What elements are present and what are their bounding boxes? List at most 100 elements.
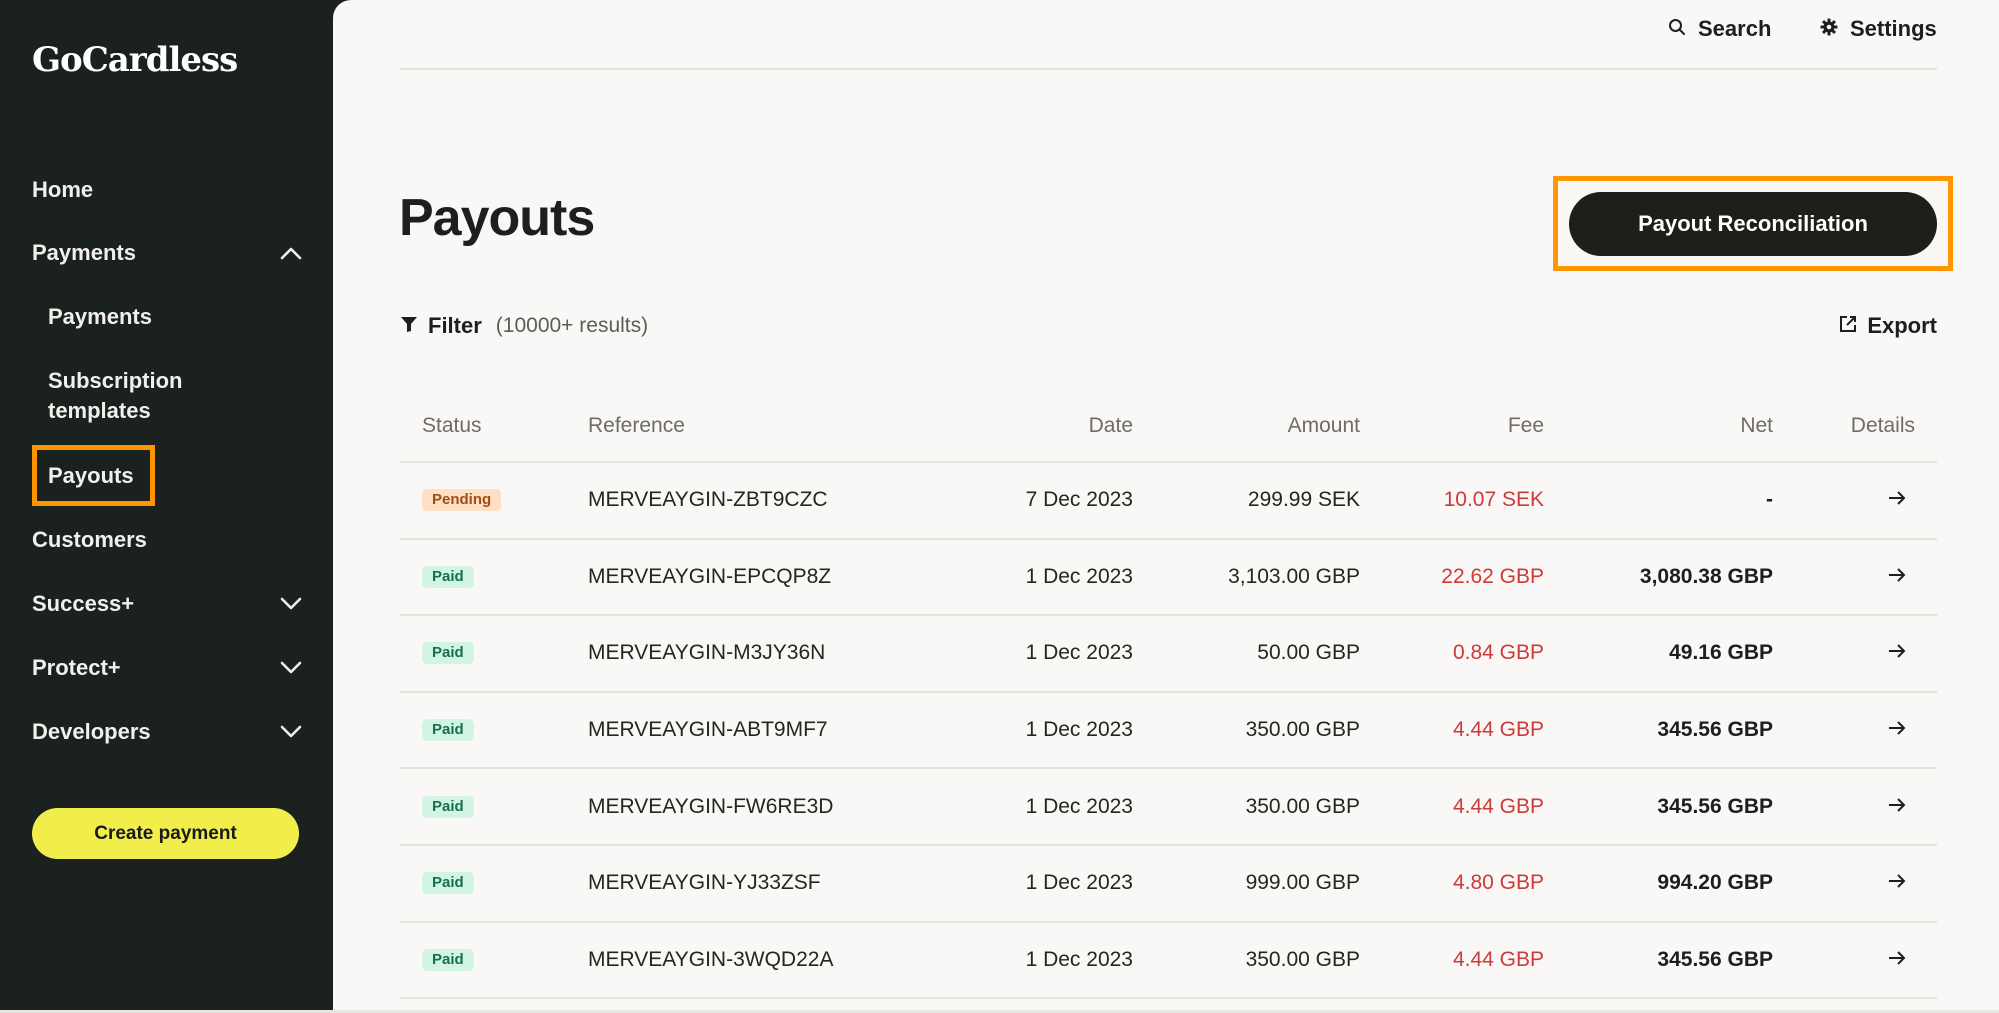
sidebar-item-payouts[interactable]: Payouts xyxy=(48,461,288,491)
details-link[interactable] xyxy=(1887,769,1907,844)
reference-cell: MERVEAYGIN-EPCQP8Z xyxy=(588,564,832,588)
status-cell: Paid xyxy=(422,846,474,921)
status-badge: Paid xyxy=(422,872,474,895)
date-cell: 1 Dec 2023 xyxy=(1025,947,1133,971)
fee-cell: 10.07 SEK xyxy=(1443,488,1544,512)
column-header-reference[interactable]: Reference xyxy=(588,390,685,461)
reference-cell: MERVEAYGIN-FW6RE3D xyxy=(588,794,834,818)
sidebar-item-home[interactable]: Home xyxy=(32,175,302,205)
table-row[interactable]: Paid MERVEAYGIN-M3JY36N 1 Dec 2023 50.00 GB… xyxy=(400,616,1937,693)
sidebar-item-label: Customers xyxy=(32,527,147,552)
sidebar-item-payments[interactable]: Payments xyxy=(48,302,288,332)
filter-icon xyxy=(400,313,418,339)
fee-cell: 4.44 GBP xyxy=(1452,718,1544,742)
payouts-table: Status Reference Date Amount Fee Net Det… xyxy=(400,390,1937,1000)
sidebar-item-label: Payments xyxy=(32,240,136,265)
status-badge: Paid xyxy=(422,565,474,588)
status-badge: Paid xyxy=(422,795,474,818)
details-link[interactable] xyxy=(1887,846,1907,921)
create-payment-button[interactable]: Create payment xyxy=(32,808,299,859)
filter-row: Filter (10000+ results) xyxy=(400,313,648,339)
arrow-right-icon xyxy=(1887,718,1907,742)
main-panel: Search Settings Payouts Payout Reconcili… xyxy=(333,0,1999,1013)
details-link[interactable] xyxy=(1887,616,1907,691)
arrow-right-icon xyxy=(1887,488,1907,512)
column-header-net[interactable]: Net xyxy=(1740,390,1773,461)
export-button[interactable]: Export xyxy=(1839,313,1937,339)
net-cell: 3,080.38 GBP xyxy=(1639,564,1773,588)
status-badge: Pending xyxy=(422,489,502,512)
status-cell: Paid xyxy=(422,693,474,768)
table-row[interactable]: Paid MERVEAYGIN-ABT9MF7 1 Dec 2023 350.00 G… xyxy=(400,693,1937,770)
sidebar-item-customers[interactable]: Customers xyxy=(32,525,302,555)
status-badge: Paid xyxy=(422,948,474,971)
sidebar-item-payments-group[interactable]: Payments xyxy=(32,238,302,268)
table-row[interactable]: Paid MERVEAYGIN-FW6RE3D 1 Dec 2023 350.00 G… xyxy=(400,769,1937,846)
chevron-down-icon[interactable] xyxy=(280,721,302,743)
sidebar-item-protect-plus[interactable]: Protect+ xyxy=(32,653,302,683)
date-cell: 1 Dec 2023 xyxy=(1025,641,1133,665)
amount-cell: 999.00 GBP xyxy=(1245,871,1360,895)
column-header-fee[interactable]: Fee xyxy=(1508,390,1544,461)
sidebar-item-label: Success+ xyxy=(32,591,135,616)
details-link[interactable] xyxy=(1887,540,1907,615)
payout-reconciliation-button[interactable]: Payout Reconciliation xyxy=(1569,192,1937,256)
reference-cell: MERVEAYGIN-M3JY36N xyxy=(588,641,826,665)
date-cell: 1 Dec 2023 xyxy=(1025,871,1133,895)
reference-cell: MERVEAYGIN-3WQD22A xyxy=(588,947,834,971)
results-count: (10000+ results) xyxy=(495,314,649,337)
sidebar-item-subscription-templates[interactable]: Subscription templates xyxy=(48,366,288,426)
details-link[interactable] xyxy=(1887,463,1907,538)
page-title: Payouts xyxy=(399,189,595,247)
search-link[interactable]: Search xyxy=(1668,16,1771,42)
gear-icon xyxy=(1820,16,1838,42)
fee-cell: 22.62 GBP xyxy=(1441,564,1544,588)
details-link[interactable] xyxy=(1887,923,1907,998)
amount-cell: 350.00 GBP xyxy=(1245,947,1360,971)
net-cell: 49.16 GBP xyxy=(1669,641,1773,665)
status-cell: Paid xyxy=(422,540,474,615)
chevron-down-icon[interactable] xyxy=(280,657,302,679)
column-header-amount[interactable]: Amount xyxy=(1288,390,1360,461)
date-cell: 1 Dec 2023 xyxy=(1025,718,1133,742)
filter-button[interactable]: Filter xyxy=(400,313,482,339)
amount-cell: 3,103.00 GBP xyxy=(1228,564,1360,588)
status-cell: Paid xyxy=(422,923,474,998)
sidebar-item-developers[interactable]: Developers xyxy=(32,717,302,747)
arrow-right-icon xyxy=(1887,795,1907,819)
amount-cell: 299.99 SEK xyxy=(1247,488,1360,512)
search-label: Search xyxy=(1698,16,1772,41)
sidebar-item-label: Payments xyxy=(48,304,152,329)
column-header-date[interactable]: Date xyxy=(1089,390,1133,461)
status-cell: Pending xyxy=(422,463,502,538)
amount-cell: 350.00 GBP xyxy=(1245,718,1360,742)
table-row[interactable]: Paid MERVEAYGIN-EPCQP8Z 1 Dec 2023 3,103.00… xyxy=(400,540,1937,617)
reference-cell: MERVEAYGIN-ABT9MF7 xyxy=(588,718,828,742)
table-row[interactable]: Pending MERVEAYGIN-ZBT9CZC 7 Dec 2023 299.9… xyxy=(400,463,1937,540)
gocardless-logo[interactable]: GoCardless xyxy=(32,40,238,80)
top-bar: Search Settings xyxy=(400,0,1937,70)
export-label: Export xyxy=(1867,313,1937,338)
sidebar-item-label: Home xyxy=(32,177,94,202)
date-cell: 1 Dec 2023 xyxy=(1025,794,1133,818)
details-link[interactable] xyxy=(1887,693,1907,768)
sidebar-item-label: Protect+ xyxy=(32,655,121,680)
arrow-right-icon xyxy=(1887,565,1907,589)
net-cell: 345.56 GBP xyxy=(1657,718,1773,742)
chevron-down-icon[interactable] xyxy=(280,593,302,615)
arrow-right-icon xyxy=(1887,641,1907,665)
settings-link[interactable]: Settings xyxy=(1820,16,1937,42)
table-header: Status Reference Date Amount Fee Net Det… xyxy=(400,390,1937,463)
net-cell: 345.56 GBP xyxy=(1657,794,1773,818)
chevron-up-icon[interactable] xyxy=(280,242,302,264)
table-row[interactable]: Paid MERVEAYGIN-YJ33ZSF 1 Dec 2023 999.00 G… xyxy=(400,846,1937,923)
column-header-status[interactable]: Status xyxy=(422,390,482,461)
table-row[interactable]: Paid MERVEAYGIN-3WQD22A 1 Dec 2023 350.00 G… xyxy=(400,923,1937,1000)
arrow-right-icon xyxy=(1887,948,1907,972)
date-cell: 1 Dec 2023 xyxy=(1025,564,1133,588)
date-cell: 7 Dec 2023 xyxy=(1025,488,1133,512)
sidebar-item-label: Subscription templates xyxy=(48,368,183,423)
net-cell: 345.56 GBP xyxy=(1657,947,1773,971)
external-link-icon xyxy=(1839,313,1857,339)
sidebar-item-success-plus[interactable]: Success+ xyxy=(32,589,302,619)
